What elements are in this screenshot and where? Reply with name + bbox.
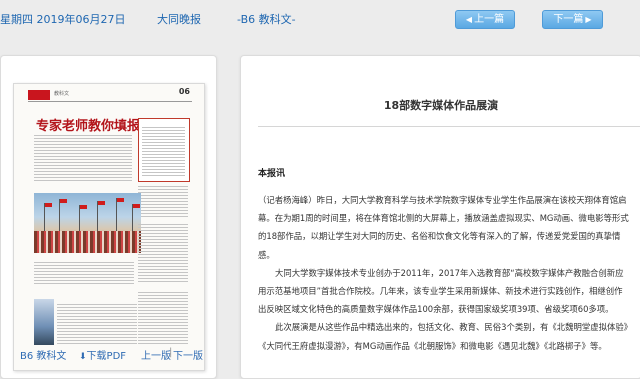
article-title: 18部数字媒体作品展演 xyxy=(383,99,499,112)
page-panel: 教科文 06 专家老师教你填报技巧 xyxy=(0,55,217,379)
divider xyxy=(258,126,640,127)
article-body: （记者杨海峰）昨日，大同大学教育科学与技术学院数字媒体专业学生作品展演在该校天翔… xyxy=(258,191,630,355)
article-paragraph: 大同大学数字媒体技术专业创办于2011年，2017年入选教育部“高校数字媒体产教… xyxy=(258,267,624,315)
edition-label: -B6 教科文- xyxy=(237,13,296,26)
masthead-logo xyxy=(28,90,50,100)
text-block[interactable] xyxy=(57,304,137,346)
text-block[interactable] xyxy=(34,262,134,284)
article-paragraph: 此次展演是从这些作品中精选出来的，包括文化、教育、民俗3个类别，有《北魏明堂虚拟… xyxy=(258,322,628,351)
next-page-link[interactable]: 下一版 xyxy=(173,347,203,362)
news-photo[interactable] xyxy=(34,193,141,253)
divider xyxy=(28,101,192,102)
text-block[interactable] xyxy=(34,135,132,183)
download-icon: ⬇ xyxy=(79,352,87,362)
sidebar-article[interactable] xyxy=(138,118,190,182)
article-panel: 18部数字媒体作品展演 本报讯 （记者杨海峰）昨日，大同大学教育科学与技术学院数… xyxy=(240,55,640,379)
thumbnail-section: 教科文 xyxy=(54,91,70,97)
news-photo-small[interactable] xyxy=(34,299,54,345)
next-article-button[interactable]: 下一篇 ▶ xyxy=(542,10,603,29)
edition-link[interactable]: B6 教科文 xyxy=(20,347,66,362)
header-bar: 星期四 2019年06月27日 大同晚报 -B6 教科文- ◀ 上一篇 下一篇 ▶ xyxy=(0,0,640,40)
text-block[interactable] xyxy=(138,292,188,346)
chevron-right-icon: ▶ xyxy=(585,15,592,24)
text-block[interactable] xyxy=(138,186,188,218)
download-pdf-link[interactable]: ⬇下载PDF xyxy=(79,347,126,362)
paper-name: 大同晚报 xyxy=(157,13,201,26)
prev-page-link[interactable]: 上一版 xyxy=(141,347,171,362)
chevron-left-icon: ◀ xyxy=(465,15,473,24)
thumbnail-page-number: 06 xyxy=(178,87,190,96)
issue-date: 星期四 2019年06月27日 xyxy=(0,13,126,26)
article-byline: 本报讯 xyxy=(258,169,286,179)
text-block[interactable] xyxy=(138,224,188,284)
article-paragraph: （记者杨海峰）昨日，大同大学教育科学与技术学院数字媒体专业学生作品展演在该校天翔… xyxy=(258,195,629,260)
page-thumbnail[interactable]: 教科文 06 专家老师教你填报技巧 xyxy=(13,83,205,371)
separator: | xyxy=(169,347,173,358)
prev-article-button[interactable]: ◀ 上一篇 xyxy=(455,10,515,29)
